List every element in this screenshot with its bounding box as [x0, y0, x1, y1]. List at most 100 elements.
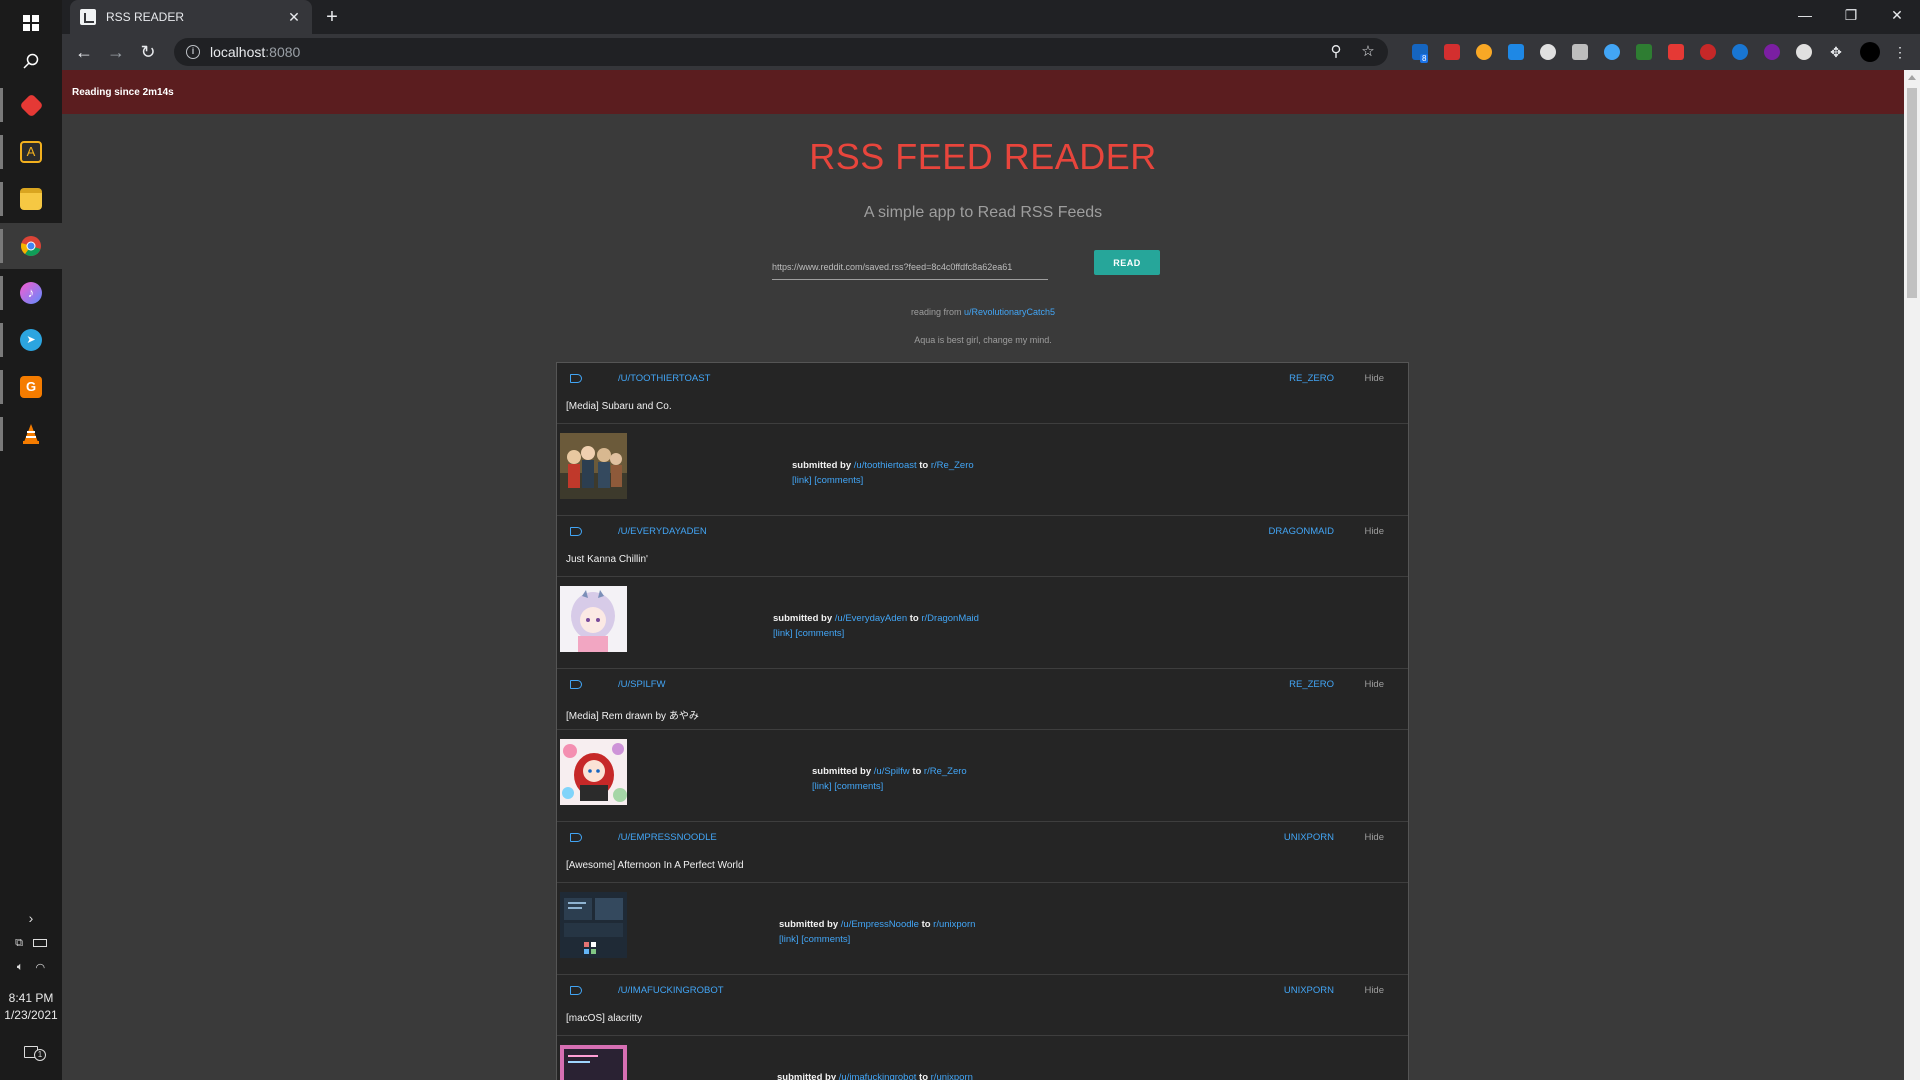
post-thumbnail-image[interactable]: [560, 739, 627, 805]
extension-8-icon[interactable]: [1636, 44, 1652, 60]
extension-11-icon[interactable]: [1732, 44, 1748, 60]
tagline: Aqua is best girl, change my mind.: [914, 335, 1052, 345]
extension-6-icon[interactable]: [1572, 44, 1588, 60]
read-button[interactable]: READ: [1094, 250, 1160, 275]
network-icon[interactable]: ⧉: [15, 937, 23, 950]
extension-9-icon[interactable]: [1668, 44, 1684, 60]
red-diamond-app-icon: [18, 92, 44, 118]
submitter-link[interactable]: /u/EmpressNoodle: [841, 919, 919, 930]
extension-10-icon[interactable]: [1700, 44, 1716, 60]
extension-3-icon[interactable]: [1476, 44, 1492, 60]
taskbar-app-8[interactable]: G: [0, 364, 62, 410]
post-thumbnail-image[interactable]: [560, 892, 627, 958]
feed-url-input[interactable]: [772, 254, 1048, 280]
extensions-puzzle-icon[interactable]: ✥: [1828, 44, 1844, 60]
item-author-link[interactable]: /u/EverydayAden: [618, 526, 707, 537]
comments-link[interactable]: [comments]: [801, 934, 850, 945]
hide-button[interactable]: Hide: [1364, 985, 1384, 996]
battery-icon[interactable]: [32, 939, 47, 947]
restore-button[interactable]: ❐: [1828, 0, 1874, 30]
new-tab-button[interactable]: +: [320, 5, 344, 29]
extension-12-icon[interactable]: [1764, 44, 1780, 60]
item-subreddit-link[interactable]: unixporn: [1284, 985, 1334, 996]
tab-close-icon[interactable]: ✕: [286, 9, 302, 26]
site-info-icon[interactable]: i: [186, 45, 200, 59]
taskbar-app-1[interactable]: [0, 82, 62, 128]
feed-item: /u/Spilfw re_zero Hide [Media] Rem drawn…: [557, 669, 1408, 822]
item-subreddit-link[interactable]: dragonmaid: [1269, 526, 1334, 537]
comments-link[interactable]: [comments]: [814, 475, 863, 486]
item-subreddit-link[interactable]: re_zero: [1289, 679, 1334, 690]
subreddit-link[interactable]: r/unixporn: [931, 1072, 973, 1080]
comments-link[interactable]: [comments]: [834, 781, 883, 792]
zoom-icon[interactable]: ⚲: [1324, 38, 1348, 66]
reading-from-label: reading from: [910, 307, 962, 317]
bookmark-star-icon[interactable]: ☆: [1356, 38, 1380, 66]
scrollbar-thumb[interactable]: [1907, 88, 1917, 298]
subreddit-link[interactable]: r/Re_Zero: [924, 766, 967, 777]
menu-dots-icon[interactable]: ⋮: [1892, 44, 1908, 60]
back-button[interactable]: ←: [70, 38, 98, 66]
extension-5-icon[interactable]: [1540, 44, 1556, 60]
extension-7-icon[interactable]: [1604, 44, 1620, 60]
wifi-icon[interactable]: ◠: [36, 961, 46, 974]
extension-4-icon[interactable]: [1508, 44, 1524, 60]
reading-from-user-link[interactable]: u/RevolutionaryCatch5: [964, 307, 1055, 317]
item-author-link[interactable]: /u/Spilfw: [618, 679, 666, 690]
page-title: RSS FEED READER: [809, 136, 1157, 177]
profile-avatar[interactable]: [1860, 42, 1880, 62]
subreddit-link[interactable]: r/DragonMaid: [921, 613, 979, 624]
page-scrollbar[interactable]: [1904, 70, 1920, 1080]
taskbar-app-2[interactable]: A: [0, 129, 62, 175]
taskbar-vlc[interactable]: [0, 411, 62, 457]
subreddit-link[interactable]: r/Re_Zero: [931, 460, 974, 471]
post-link[interactable]: [link]: [792, 475, 812, 486]
post-thumbnail-image[interactable]: [560, 586, 627, 652]
item-author-link[interactable]: /u/toothiertoast: [618, 373, 710, 384]
post-link[interactable]: [link]: [773, 628, 793, 639]
item-author-link[interactable]: /u/EmpressNoodle: [618, 832, 717, 843]
scroll-up-arrow-icon[interactable]: [1908, 75, 1916, 80]
browser-toolbar: ← → ↻ i localhost:8080 ⚲ ☆ 8 ✥ ⋮: [62, 34, 1920, 70]
submission-info: submitted by /u/EmpressNoodle to r/unixp…: [779, 917, 975, 947]
taskbar-chrome[interactable]: [0, 223, 62, 269]
forward-button[interactable]: →: [102, 38, 130, 66]
hide-button[interactable]: Hide: [1364, 832, 1384, 843]
tray-row-1: ⧉: [0, 934, 62, 952]
show-hidden-icons-button[interactable]: ›: [0, 908, 62, 928]
item-subreddit-link[interactable]: unixporn: [1284, 832, 1334, 843]
post-link[interactable]: [link]: [812, 781, 832, 792]
submitter-link[interactable]: /u/toothiertoast: [854, 460, 917, 471]
taskbar-telegram[interactable]: ➤: [0, 317, 62, 363]
text-editor-app-icon: A: [20, 141, 42, 163]
comments-link[interactable]: [comments]: [795, 628, 844, 639]
submitter-link[interactable]: /u/imafuckingrobot: [839, 1072, 917, 1080]
taskbar-file-explorer[interactable]: [0, 176, 62, 222]
clock-date: 1/23/2021: [4, 1008, 58, 1022]
search-button[interactable]: [0, 38, 62, 84]
post-link[interactable]: [link]: [779, 934, 799, 945]
extension-13-icon[interactable]: [1796, 44, 1812, 60]
hide-button[interactable]: Hide: [1364, 373, 1384, 384]
minimize-button[interactable]: —: [1782, 0, 1828, 30]
browser-tab[interactable]: RSS READER ✕: [70, 0, 312, 34]
taskbar-itunes[interactable]: ♪: [0, 270, 62, 316]
hide-button[interactable]: Hide: [1364, 526, 1384, 537]
item-author-link[interactable]: /u/imafuckingrobot: [618, 985, 724, 996]
hide-button[interactable]: Hide: [1364, 679, 1384, 690]
volume-icon[interactable]: 🔈︎: [17, 961, 24, 974]
item-subreddit-link[interactable]: re_zero: [1289, 373, 1334, 384]
address-bar[interactable]: i localhost:8080 ⚲ ☆: [174, 38, 1388, 66]
extension-2-icon[interactable]: [1444, 44, 1460, 60]
clock[interactable]: 8:41 PM 1/23/2021: [0, 990, 62, 1024]
post-thumbnail-image[interactable]: [560, 1045, 627, 1080]
folder-icon: [20, 188, 42, 210]
submitter-link[interactable]: /u/EverydayAden: [835, 613, 907, 624]
submitter-link[interactable]: /u/Spilfw: [874, 766, 910, 777]
reload-button[interactable]: ↻: [134, 38, 162, 66]
close-window-button[interactable]: ✕: [1874, 0, 1920, 30]
action-center-button[interactable]: 1: [0, 1040, 62, 1064]
subreddit-link[interactable]: r/unixporn: [933, 919, 975, 930]
post-thumbnail-image[interactable]: [560, 433, 627, 499]
feed-item: /u/EmpressNoodle unixporn Hide [Awesome]…: [557, 822, 1408, 975]
